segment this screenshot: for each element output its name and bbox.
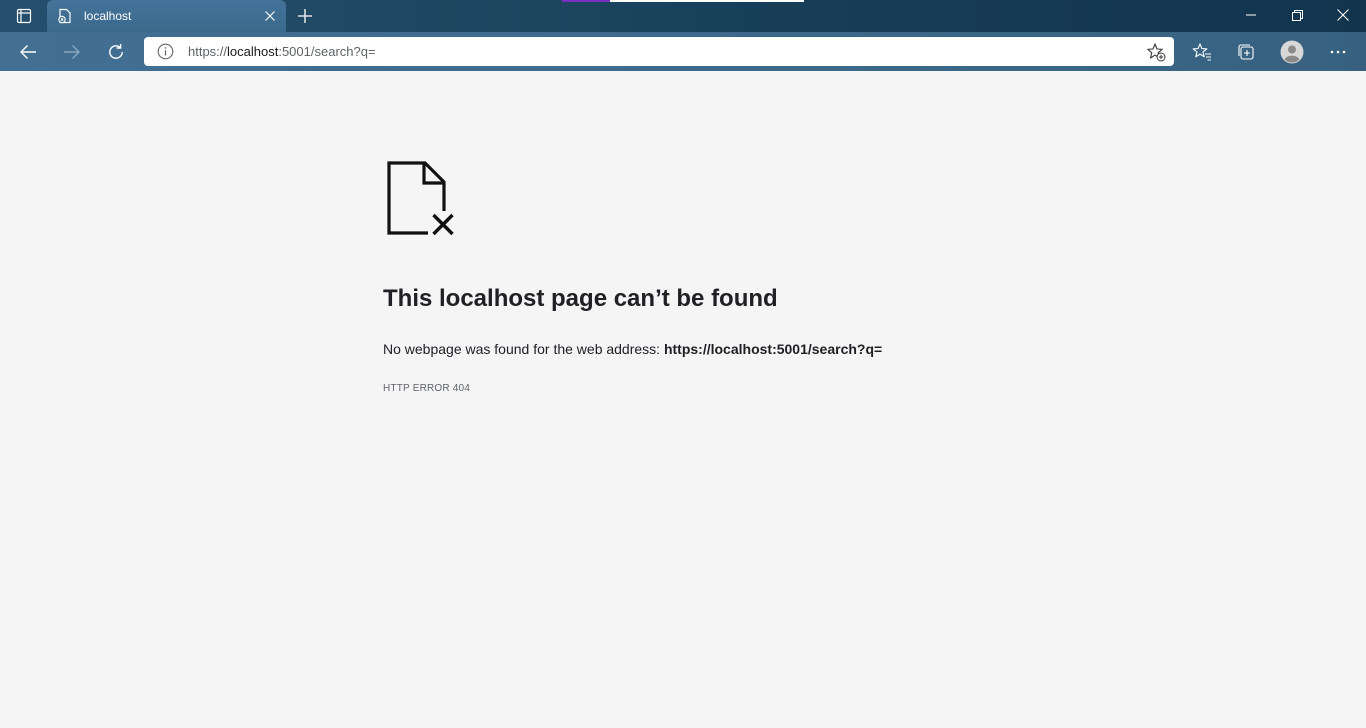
- plus-icon: [298, 9, 312, 23]
- browser-tab[interactable]: localhost: [47, 0, 286, 32]
- favorites-button[interactable]: [1186, 36, 1218, 68]
- info-icon[interactable]: [157, 43, 174, 60]
- minimize-button[interactable]: [1228, 0, 1274, 30]
- error-description: No webpage was found for the web address…: [383, 340, 882, 358]
- tab-close-button[interactable]: [262, 8, 278, 24]
- forward-arrow-icon: [64, 45, 80, 59]
- forward-button[interactable]: [56, 36, 88, 68]
- title-bar: localhost: [0, 0, 1366, 32]
- tab-title: localhost: [84, 9, 132, 23]
- more-icon: [1330, 50, 1346, 54]
- tab-actions-icon: [16, 8, 32, 24]
- back-button[interactable]: [12, 36, 44, 68]
- collections-icon: [1238, 44, 1254, 60]
- tab-actions-button[interactable]: [8, 4, 40, 28]
- url-path: :5001/search?q=: [278, 44, 376, 59]
- error-description-text: No webpage was found for the web address…: [383, 341, 661, 357]
- favorites-icon: [1192, 43, 1211, 61]
- url-scheme: https://: [188, 44, 228, 59]
- page-content: This localhost page can’t be found No we…: [0, 71, 1366, 728]
- url-text[interactable]: https://localhost:5001/search?q=: [188, 43, 376, 60]
- new-tab-button[interactable]: [293, 4, 317, 28]
- refresh-button[interactable]: [100, 36, 132, 68]
- url-host: localhost: [227, 44, 279, 59]
- page-error-favicon: [58, 8, 71, 24]
- more-menu-button[interactable]: [1322, 36, 1354, 68]
- star-add-icon[interactable]: [1146, 42, 1166, 62]
- error-code: HTTP ERROR 404: [383, 383, 471, 394]
- page-not-found-icon: [387, 161, 456, 237]
- window-accent-purple: [562, 0, 610, 2]
- restore-button[interactable]: [1274, 0, 1320, 30]
- error-title: This localhost page can’t be found: [383, 285, 778, 312]
- error-url: https://localhost:5001/search?q=: [663, 341, 883, 357]
- window-accent-white: [610, 0, 804, 2]
- profile-button[interactable]: [1276, 36, 1308, 68]
- back-arrow-icon: [20, 45, 36, 59]
- address-bar[interactable]: https://localhost:5001/search?q=: [144, 37, 1174, 66]
- profile-avatar-icon: [1280, 40, 1304, 64]
- collections-button[interactable]: [1230, 36, 1262, 68]
- browser-toolbar: https://localhost:5001/search?q=: [0, 32, 1366, 71]
- refresh-icon: [109, 44, 123, 59]
- close-icon: [265, 11, 275, 21]
- close-window-button[interactable]: [1320, 0, 1366, 30]
- minimize-icon: [1246, 14, 1256, 16]
- restore-icon: [1291, 9, 1303, 21]
- close-icon: [1337, 9, 1349, 21]
